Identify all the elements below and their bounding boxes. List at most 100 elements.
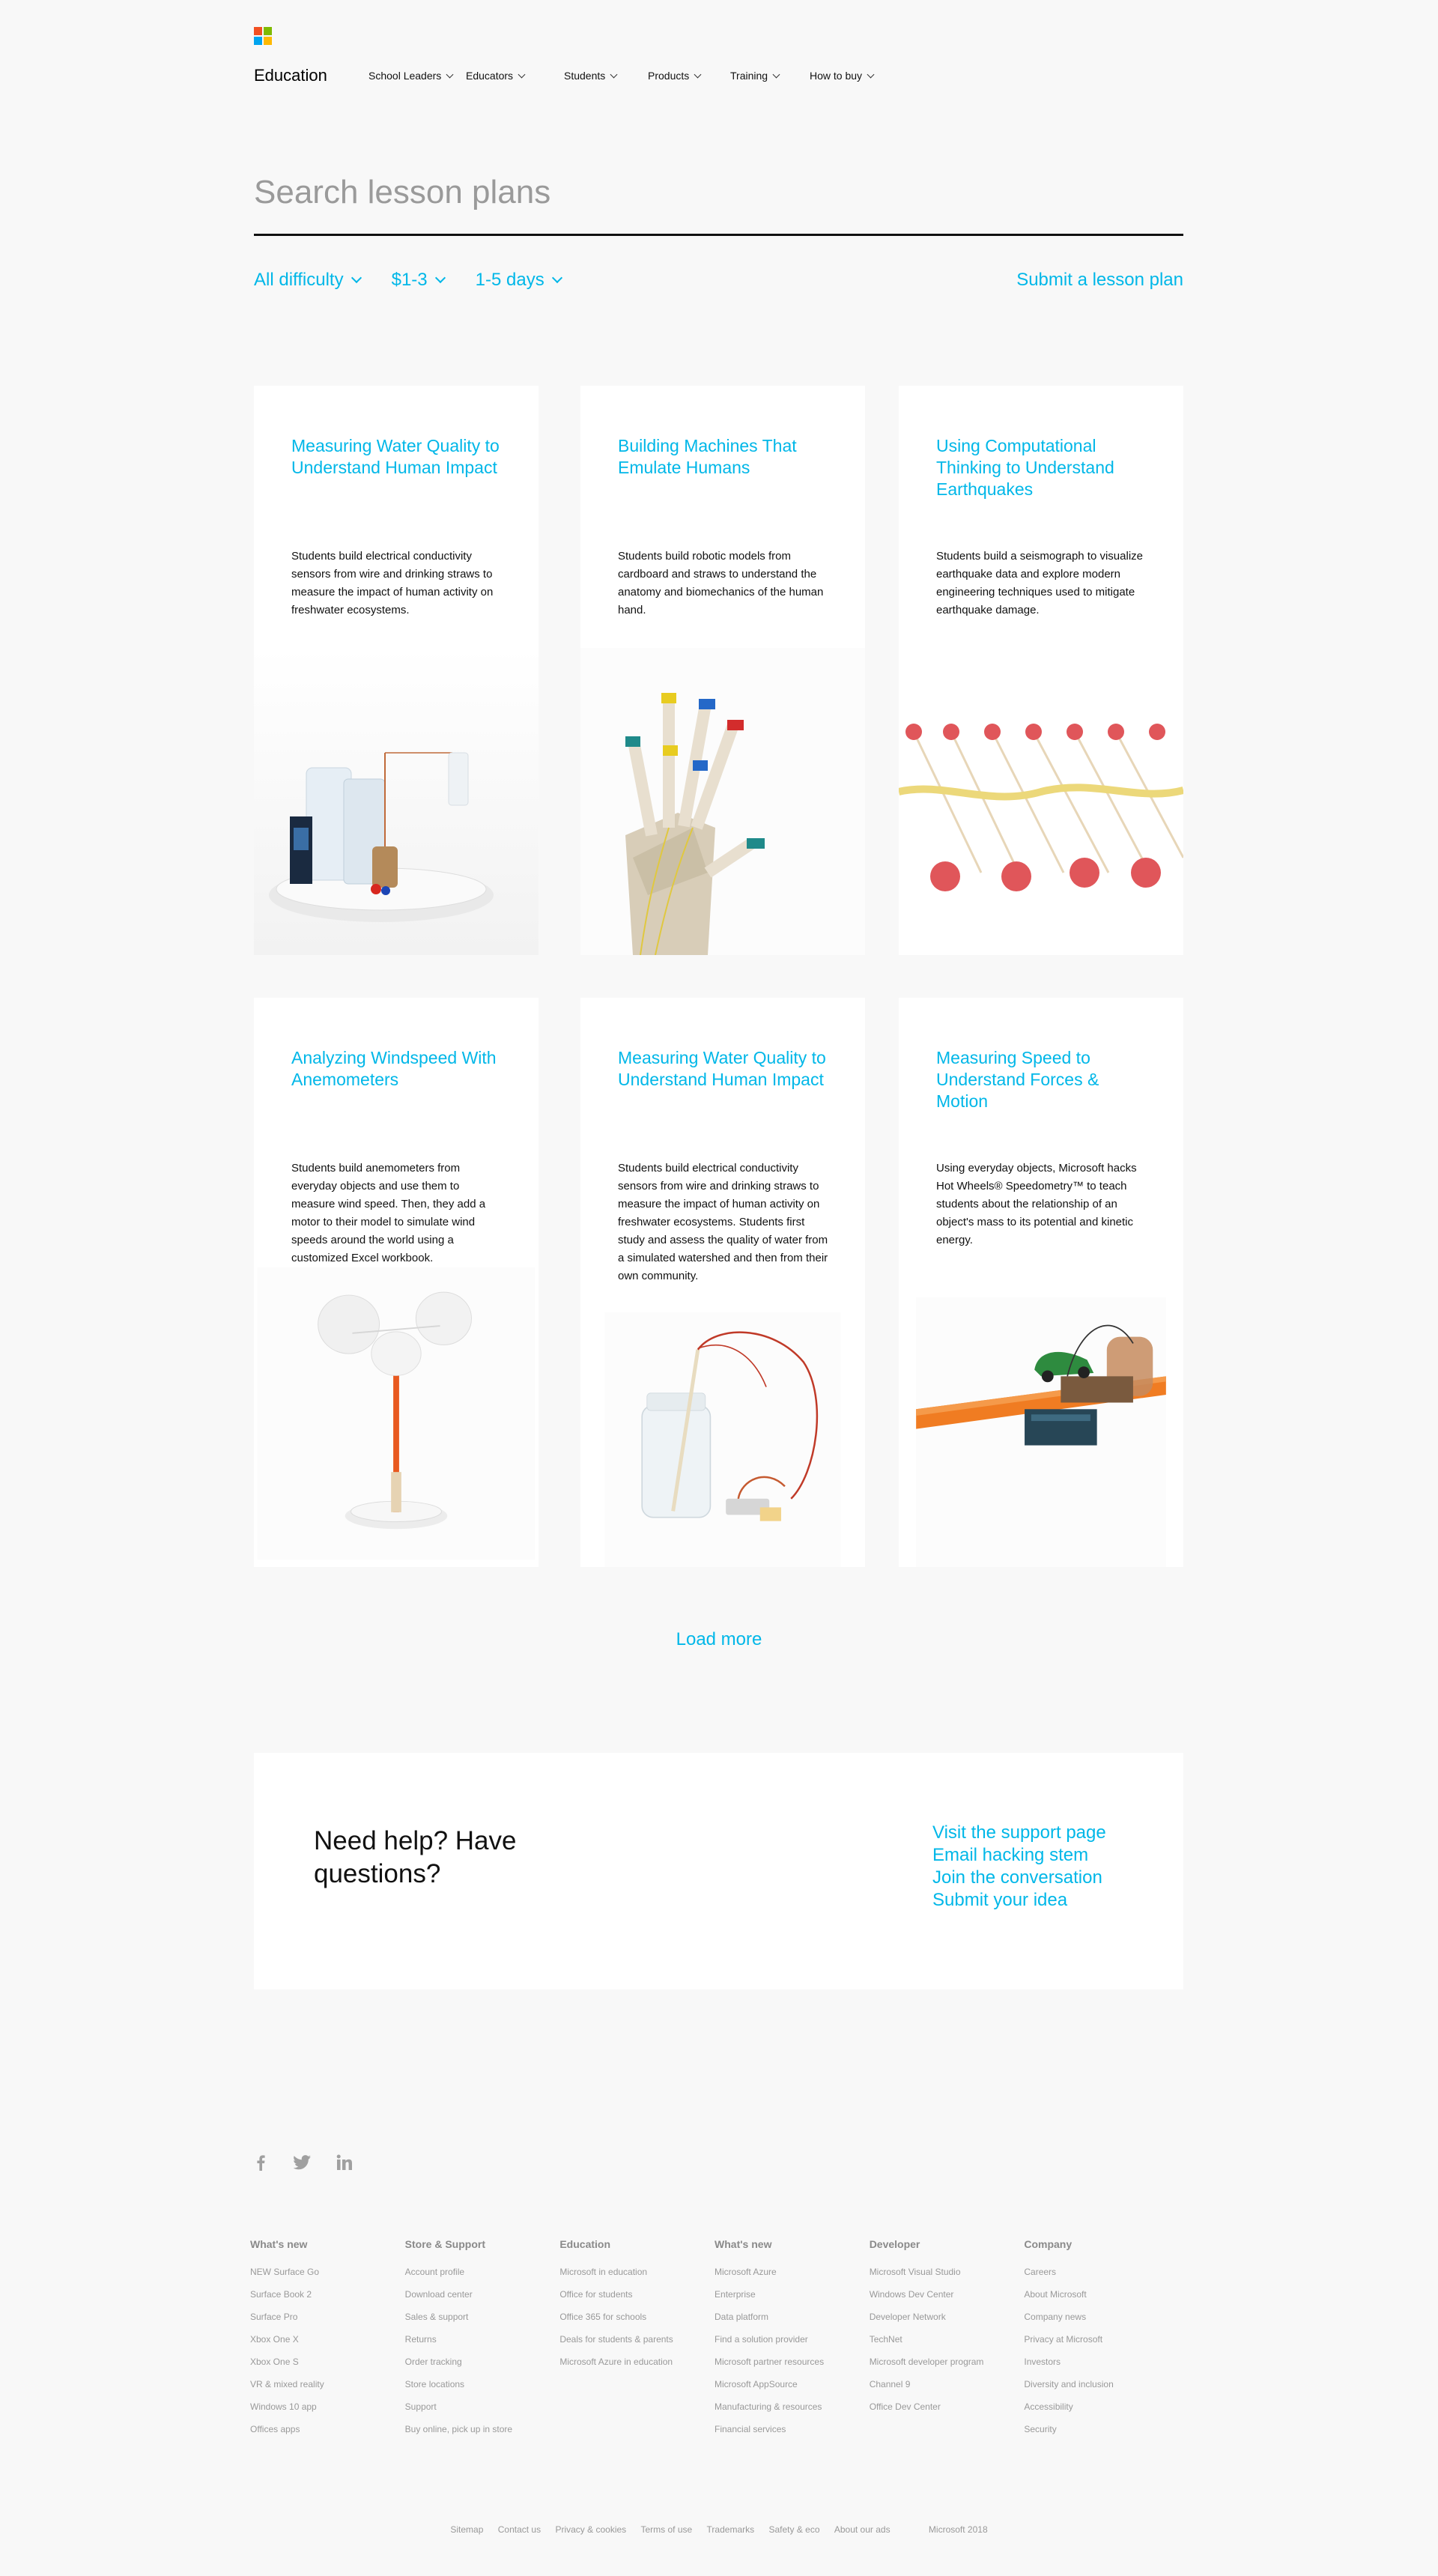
footer-link[interactable]: Data platform [715, 2306, 870, 2328]
footer-link[interactable]: Windows 10 app [250, 2395, 405, 2418]
footer-link[interactable]: Support [405, 2395, 560, 2418]
safety-eco-link[interactable]: Safety & eco [768, 2524, 819, 2535]
footer-heading: Developer [869, 2238, 920, 2250]
footer-link[interactable]: Microsoft developer program [870, 2351, 1025, 2373]
lesson-card-title[interactable]: Using Computational Thinking to Understa… [936, 435, 1153, 500]
footer-link[interactable]: Xbox One X [250, 2328, 405, 2351]
footer-columns: What's new NEW Surface Go Surface Book 2… [250, 2238, 1179, 2440]
footer-link[interactable]: Surface Book 2 [250, 2283, 405, 2306]
nav-training[interactable]: Training [730, 70, 810, 82]
lesson-card[interactable]: Building Machines That Emulate Humans St… [580, 386, 865, 955]
legal-bar: Sitemap Contact us Privacy & cookies Ter… [0, 2524, 1438, 2535]
linkedin-icon[interactable] [333, 2151, 356, 2174]
difficulty-filter[interactable]: All difficulty [254, 270, 362, 291]
footer-link[interactable]: NEW Surface Go [250, 2261, 405, 2283]
footer-link[interactable]: Security [1024, 2418, 1179, 2440]
terms-of-use-link[interactable]: Terms of use [641, 2524, 693, 2535]
chevron-down-icon [446, 70, 454, 78]
search-bar [254, 169, 1183, 236]
duration-filter[interactable]: 1-5 days [476, 270, 562, 291]
footer-link[interactable]: Diversity and inclusion [1024, 2373, 1179, 2395]
chevron-down-icon [772, 70, 780, 78]
footer-link[interactable]: Store locations [405, 2373, 560, 2395]
footer-link[interactable]: TechNet [870, 2328, 1025, 2351]
lesson-card[interactable]: Measuring Water Quality to Understand Hu… [254, 386, 539, 955]
support-page-link[interactable]: Visit the support page [932, 1822, 1106, 1844]
nav-school-leaders[interactable]: School Leaders [368, 70, 466, 82]
footer-link[interactable]: Enterprise [715, 2283, 870, 2306]
footer-link[interactable]: Account profile [405, 2261, 560, 2283]
water-jar-sensor-photo [604, 1312, 841, 1567]
footer-link[interactable]: Offices apps [250, 2418, 405, 2440]
footer-link[interactable]: Xbox One S [250, 2351, 405, 2373]
footer-link[interactable]: Microsoft in education [559, 2261, 715, 2283]
footer-link[interactable]: Order tracking [405, 2351, 560, 2373]
lesson-card[interactable]: Measuring Speed to Understand Forces & M… [899, 998, 1183, 1567]
search-input[interactable] [254, 174, 1183, 211]
nav-students[interactable]: Students [564, 70, 648, 82]
nav-label: School Leaders [368, 70, 442, 82]
footer-link[interactable]: Returns [405, 2328, 560, 2351]
footer-link[interactable]: Find a solution provider [715, 2328, 870, 2351]
lesson-card[interactable]: Analyzing Windspeed With Anemometers Stu… [254, 998, 539, 1567]
footer-link[interactable]: Manufacturing & resources [715, 2395, 870, 2418]
twitter-icon[interactable] [291, 2151, 314, 2174]
footer-link[interactable]: VR & mixed reality [250, 2373, 405, 2395]
footer-link[interactable]: Careers [1024, 2261, 1179, 2283]
brand-title[interactable]: Education [254, 66, 327, 85]
contact-us-link[interactable]: Contact us [498, 2524, 541, 2535]
submit-lesson-plan-link[interactable]: Submit a lesson plan [1016, 270, 1183, 291]
social-links [249, 2151, 356, 2174]
lesson-card[interactable]: Measuring Water Quality to Understand Hu… [580, 998, 865, 1567]
lesson-card-title[interactable]: Measuring Speed to Understand Forces & M… [936, 1047, 1153, 1112]
footer-link[interactable]: Microsoft Visual Studio [870, 2261, 1025, 2283]
footer-link[interactable]: Download center [405, 2283, 560, 2306]
lesson-card-title[interactable]: Measuring Water Quality to Understand Hu… [618, 1047, 835, 1091]
robotic-hand-photo [580, 648, 865, 955]
cost-filter[interactable]: $1-3 [392, 270, 446, 291]
footer-link[interactable]: About Microsoft [1024, 2283, 1179, 2306]
trademarks-link[interactable]: Trademarks [707, 2524, 755, 2535]
footer-link[interactable]: Accessibility [1024, 2395, 1179, 2418]
footer-link[interactable]: Buy online, pick up in store [405, 2418, 560, 2440]
footer-link[interactable]: Developer Network [870, 2306, 1025, 2328]
seismograph-photo [899, 648, 1183, 955]
join-conversation-link[interactable]: Join the conversation [932, 1867, 1106, 1889]
chevron-down-icon [867, 70, 875, 78]
footer-column: What's new NEW Surface Go Surface Book 2… [250, 2238, 405, 2440]
footer-link[interactable]: Privacy at Microsoft [1024, 2328, 1179, 2351]
chevron-down-icon [434, 272, 446, 284]
nav-educators[interactable]: Educators [466, 70, 564, 82]
footer-link[interactable]: Microsoft AppSource [715, 2373, 870, 2395]
footer-link[interactable]: Deals for students & parents [559, 2328, 715, 2351]
microsoft-logo-icon[interactable] [254, 27, 272, 45]
nav-how-to-buy[interactable]: How to buy [810, 70, 892, 82]
nav-products[interactable]: Products [648, 70, 730, 82]
footer-link[interactable]: Office for students [559, 2283, 715, 2306]
footer-link[interactable]: Company news [1024, 2306, 1179, 2328]
about-our-ads-link[interactable]: About our ads [834, 2524, 891, 2535]
chevron-down-icon [518, 70, 526, 78]
footer-link[interactable]: Surface Pro [250, 2306, 405, 2328]
lesson-card-title[interactable]: Analyzing Windspeed With Anemometers [291, 1047, 509, 1091]
footer-link[interactable]: Microsoft partner resources [715, 2351, 870, 2373]
lesson-card-title[interactable]: Building Machines That Emulate Humans [618, 435, 835, 479]
email-hacking-stem-link[interactable]: Email hacking stem [932, 1844, 1106, 1867]
footer-link[interactable]: Investors [1024, 2351, 1179, 2373]
anemometer-photo [257, 1267, 536, 1560]
footer-link[interactable]: Windows Dev Center [870, 2283, 1025, 2306]
footer-link[interactable]: Office 365 for schools [559, 2306, 715, 2328]
footer-link[interactable]: Microsoft Azure in education [559, 2351, 715, 2373]
footer-link[interactable]: Office Dev Center [870, 2395, 1025, 2418]
footer-link[interactable]: Financial services [715, 2418, 870, 2440]
footer-link[interactable]: Channel 9 [870, 2373, 1025, 2395]
facebook-icon[interactable] [249, 2151, 272, 2174]
submit-idea-link[interactable]: Submit your idea [932, 1889, 1106, 1912]
footer-link[interactable]: Microsoft Azure [715, 2261, 870, 2283]
lesson-card-title[interactable]: Measuring Water Quality to Understand Hu… [291, 435, 509, 479]
privacy-cookies-link[interactable]: Privacy & cookies [555, 2524, 626, 2535]
lesson-card[interactable]: Using Computational Thinking to Understa… [899, 386, 1183, 955]
sitemap-link[interactable]: Sitemap [450, 2524, 483, 2535]
footer-link[interactable]: Sales & support [405, 2306, 560, 2328]
load-more-button[interactable]: Load more [0, 1629, 1438, 1650]
